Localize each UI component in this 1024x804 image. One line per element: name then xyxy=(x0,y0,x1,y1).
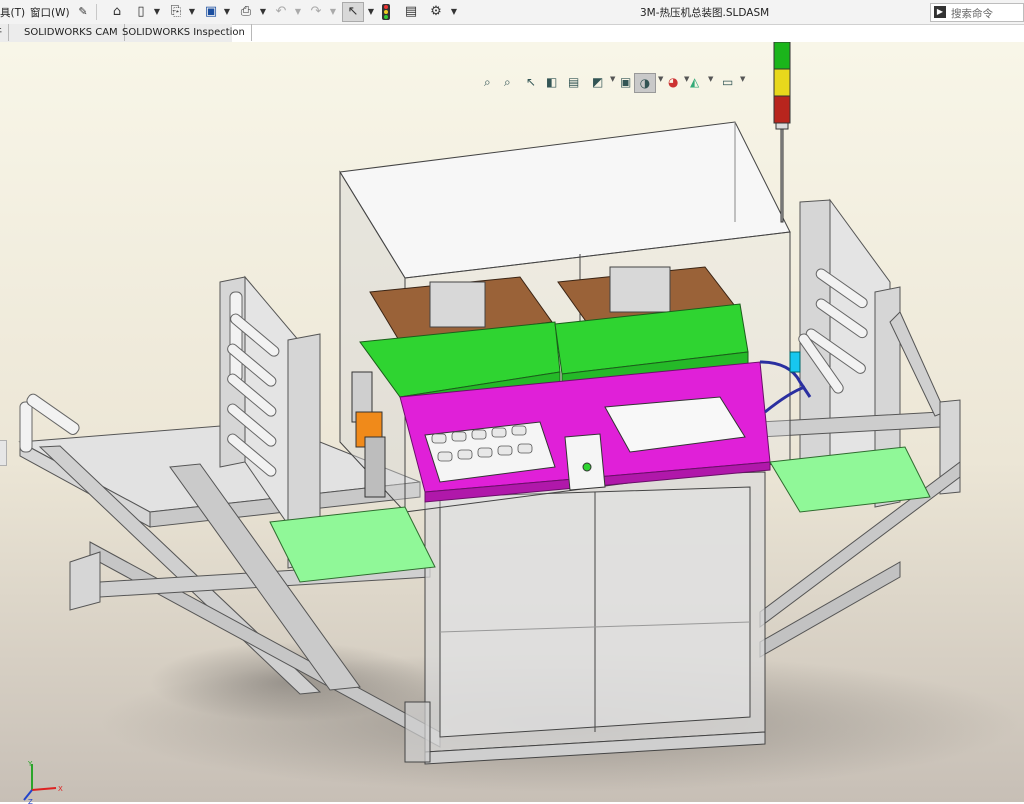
toolbar-separator xyxy=(96,4,97,20)
coordinate-triad: Y X Z xyxy=(23,760,63,804)
view-settings-icon[interactable]: ▭ xyxy=(722,73,733,91)
tab-solidworks-cam[interactable]: SOLIDWORKS CAM xyxy=(18,24,125,41)
menu-window[interactable]: 窗口(W) xyxy=(30,5,70,20)
apply-scene-icon[interactable]: ◭ xyxy=(690,73,699,91)
options-gear-icon[interactable]: ⚙ xyxy=(428,3,444,21)
section-view-icon[interactable]: ◧ xyxy=(546,73,557,91)
axis-x-label: X xyxy=(58,785,63,793)
save-icon[interactable]: ▣ xyxy=(202,3,220,21)
chevron-down-icon[interactable]: ▼ xyxy=(610,75,615,83)
previous-view-icon[interactable]: ↖ xyxy=(526,73,536,91)
hide-show-icon[interactable]: ◑ xyxy=(634,73,656,93)
chevron-down-icon[interactable]: ▼ xyxy=(294,3,302,21)
edit-appearance-icon[interactable]: ◕ xyxy=(668,73,678,91)
view-orientation-icon[interactable]: ◩ xyxy=(592,73,603,91)
traffic-light-icon[interactable] xyxy=(382,4,390,20)
feature-manager-collapse-tab[interactable] xyxy=(0,440,7,466)
display-style-icon[interactable]: ▣ xyxy=(620,73,631,91)
tab-addins[interactable]: 件 xyxy=(0,24,9,41)
home-icon[interactable]: ⌂ xyxy=(108,3,126,21)
axis-z-label: Z xyxy=(28,798,33,804)
tab-solidworks-inspection[interactable]: SOLIDWORKS Inspection xyxy=(116,24,252,41)
pin-icon[interactable]: ✎ xyxy=(77,3,89,21)
chevron-down-icon[interactable]: ▼ xyxy=(450,3,458,21)
chevron-down-icon[interactable]: ▼ xyxy=(658,75,663,83)
print-icon[interactable]: ⎙ xyxy=(237,3,255,21)
undo-icon[interactable]: ↶ xyxy=(273,3,289,21)
cyan-connector xyxy=(789,351,801,373)
stack-light-green xyxy=(773,42,791,70)
assembly-model-view[interactable] xyxy=(0,42,1024,802)
open-icon[interactable]: ⎘ xyxy=(167,3,185,21)
axis-y-label: Y xyxy=(27,760,33,768)
graphics-viewport[interactable]: ⌕ ⌕ ↖ ◧ ▤ ◩ ▼ ▣ ▼ ◑ ▼ ◕ ▼ ◭ ▼ ▭ ▼ Y X Z xyxy=(0,42,1024,804)
command-manager-tabs: 件 SOLIDWORKS CAM SOLIDWORKS Inspection xyxy=(0,24,252,43)
chevron-down-icon[interactable]: ▼ xyxy=(684,75,689,83)
file-properties-icon[interactable]: ▤ xyxy=(403,3,419,21)
redo-icon[interactable]: ↷ xyxy=(308,3,324,21)
chevron-down-icon[interactable]: ▼ xyxy=(188,3,196,21)
chevron-down-icon[interactable]: ▼ xyxy=(153,3,161,21)
dynamic-annotation-icon[interactable]: ▤ xyxy=(568,73,579,91)
zoom-to-fit-icon[interactable]: ⌕ xyxy=(484,73,491,91)
command-prompt-icon: ▶ xyxy=(934,6,946,18)
stack-light-yellow xyxy=(773,68,791,97)
search-commands-input[interactable]: ▶ 搜索命令 xyxy=(930,3,1024,22)
lower-cabinet xyxy=(404,471,766,765)
chevron-down-icon[interactable]: ▼ xyxy=(329,3,337,21)
chevron-down-icon[interactable]: ▼ xyxy=(708,75,713,83)
select-pointer-icon[interactable]: ↖ xyxy=(342,2,364,22)
stack-light-red xyxy=(773,95,791,124)
chevron-down-icon[interactable]: ▼ xyxy=(367,3,375,21)
zoom-to-area-icon[interactable]: ⌕ xyxy=(504,73,511,91)
chevron-down-icon[interactable]: ▼ xyxy=(259,3,267,21)
menu-tools[interactable]: 具(T) xyxy=(0,5,25,20)
new-document-icon[interactable]: ▯ xyxy=(134,3,148,21)
search-placeholder: 搜索命令 xyxy=(951,8,993,20)
title-toolbar-bar: 具(T) 窗口(W) ✎ ⌂ ▯ ▼ ⎘ ▼ ▣ ▼ ⎙ ▼ ↶ ▼ ↷ ▼ ↖… xyxy=(0,0,1024,25)
document-title: 3M-热压机总装图.SLDASM xyxy=(640,7,770,19)
chevron-down-icon[interactable]: ▼ xyxy=(740,75,745,83)
chevron-down-icon[interactable]: ▼ xyxy=(223,3,231,21)
